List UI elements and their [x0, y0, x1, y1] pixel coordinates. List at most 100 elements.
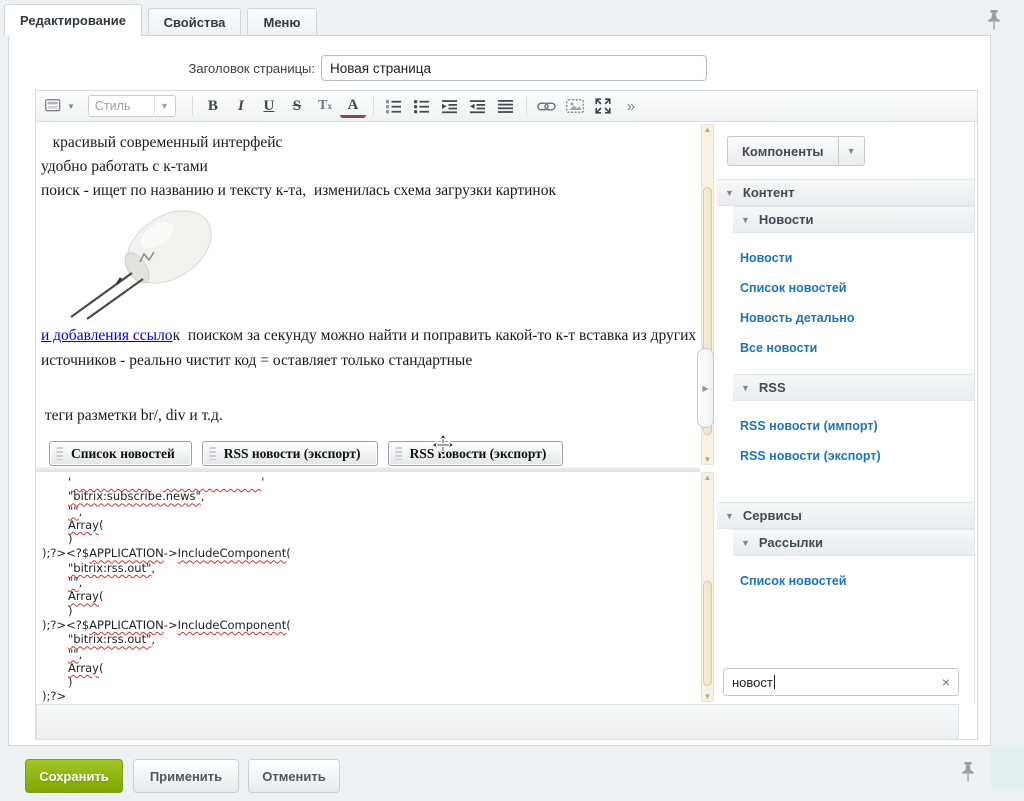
code-line: );?>: [36, 689, 700, 703]
editor-paragraph: и добавления ссылок поиском за секунду м…: [41, 323, 697, 373]
view-mode-button[interactable]: ▼: [45, 94, 75, 118]
scroll-down-icon[interactable]: ▼: [702, 455, 713, 464]
triangle-down-icon: ▼: [741, 215, 750, 225]
sidebar-subsection-mailing[interactable]: ▼Рассылки: [733, 529, 974, 556]
scroll-down-icon[interactable]: ▼: [702, 692, 713, 701]
tab-editing[interactable]: Редактирование: [4, 4, 142, 36]
bullet-list-button[interactable]: [409, 94, 435, 118]
save-button[interactable]: Сохранить: [25, 759, 123, 793]
editor-text-line: красивый современный интерфейс: [41, 131, 696, 155]
italic-button[interactable]: I: [228, 94, 254, 118]
underline-button[interactable]: U: [256, 94, 282, 118]
editor-text-line: удобно работать с к-тами: [41, 155, 696, 179]
style-select[interactable]: Стиль ▼: [88, 95, 176, 117]
toolbar-separator: [373, 96, 374, 116]
code-line: ): [36, 532, 700, 546]
sidebar-item-rss-import[interactable]: RSS новости (импорт): [717, 411, 974, 441]
chevron-down-icon: ▼: [67, 102, 75, 111]
background-accent: [991, 747, 1024, 789]
triangle-down-icon: ▼: [725, 511, 734, 521]
scrollbar-thumb[interactable]: [703, 581, 712, 686]
code-area[interactable]: ' '"bitrix:subscribe.news","",Array());?…: [36, 472, 700, 704]
drag-grip-icon: [56, 447, 63, 460]
sidebar-subsection-news[interactable]: ▼Новости: [733, 206, 974, 233]
scroll-up-icon[interactable]: ▲: [702, 125, 713, 134]
clear-search-icon[interactable]: ×: [942, 674, 950, 690]
editor-text-line: поиск - ищет по названию и тексту к-та, …: [41, 179, 696, 203]
justify-button[interactable]: [493, 94, 519, 118]
apply-button[interactable]: Применить: [133, 759, 239, 793]
tab-menu[interactable]: Меню: [247, 8, 317, 36]
sidebar-splitter-handle[interactable]: ▶: [697, 348, 714, 428]
image-icon: [566, 99, 584, 113]
sidebar-item-mailing-news-list[interactable]: Список новостей: [717, 566, 974, 596]
pin-icon[interactable]: [986, 9, 1002, 31]
editor-link[interactable]: и добавления ссыло: [41, 327, 173, 344]
sidebar-section-services[interactable]: ▼Сервисы: [717, 502, 974, 529]
code-line: ): [36, 604, 700, 618]
bullet-list-icon: [413, 99, 430, 114]
code-scrollbar[interactable]: ▲ ▼: [701, 472, 714, 702]
code-line: "",: [36, 504, 700, 518]
sidebar-section-content[interactable]: ▼Контент: [717, 179, 974, 206]
style-select-value: Стиль: [95, 99, 131, 113]
triangle-down-icon: ▼: [741, 538, 750, 548]
triangle-down-icon: ▼: [741, 383, 750, 393]
ordered-list-icon: [385, 99, 402, 114]
component-block-rss-export[interactable]: RSS новости (экспорт): [202, 441, 378, 466]
code-line: "",: [36, 647, 700, 661]
sidebar-item-all-news[interactable]: Все новости: [717, 333, 974, 363]
outdent-button[interactable]: [465, 94, 491, 118]
pin-icon[interactable]: [960, 761, 976, 783]
components-button[interactable]: Компоненты ▼: [727, 136, 865, 166]
code-line: ' ': [36, 475, 700, 489]
wysiwyg-area[interactable]: красивый современный интерфейс удобно ра…: [36, 122, 700, 467]
bold-button[interactable]: B: [200, 94, 226, 118]
code-line: );?><?$APPLICATION->IncludeComponent(: [36, 618, 700, 632]
sidebar-item-rss-export[interactable]: RSS новости (экспорт): [717, 441, 974, 471]
html-editor-widget: ▼ Стиль ▼ B I U S Tx A: [35, 90, 978, 740]
move-cursor-icon: [431, 433, 455, 457]
ordered-list-button[interactable]: [381, 94, 407, 118]
more-tools-button[interactable]: »: [618, 94, 644, 118]
code-line: "bitrix:rss.out",: [36, 561, 700, 575]
code-line: Array(: [36, 661, 700, 675]
justify-icon: [497, 99, 514, 114]
insert-image-button[interactable]: [562, 94, 588, 118]
page-title-label: Заголовок страницы:: [130, 61, 315, 76]
code-line: "bitrix:rss.out",: [36, 632, 700, 646]
led-image: [57, 207, 696, 323]
strikethrough-button[interactable]: S: [284, 94, 310, 118]
scroll-up-icon[interactable]: ▲: [702, 473, 713, 482]
layout-icon: [45, 99, 64, 113]
editor-link-tail: к: [173, 327, 181, 344]
sidebar-item-news-list[interactable]: Список новостей: [717, 273, 974, 303]
drag-grip-icon: [395, 447, 402, 460]
page-title-input[interactable]: [321, 55, 707, 81]
toolbar-separator: [526, 96, 527, 116]
link-button[interactable]: [534, 94, 560, 118]
editor-text-line: теги разметки br/, div и т.д.: [41, 404, 696, 428]
code-line: Array(: [36, 589, 700, 603]
font-color-button[interactable]: A: [340, 94, 366, 118]
chain-link-icon: [537, 101, 556, 112]
code-line: Array(: [36, 518, 700, 532]
sidebar-subsection-rss[interactable]: ▼RSS: [733, 374, 974, 401]
code-line: ): [36, 675, 700, 689]
sidebar-item-news[interactable]: Новости: [717, 243, 974, 273]
fullscreen-icon: [595, 98, 611, 114]
editor-toolbar: ▼ Стиль ▼ B I U S Tx A: [36, 91, 977, 122]
chevron-down-icon: ▼: [839, 136, 865, 166]
drag-grip-icon: [209, 447, 216, 460]
component-block-news-list[interactable]: Список новостей: [49, 441, 192, 466]
fullscreen-button[interactable]: [590, 94, 616, 118]
sidebar-item-news-detail[interactable]: Новость детально: [717, 303, 974, 333]
cancel-button[interactable]: Отменить: [248, 759, 340, 793]
component-block-rss-export-2[interactable]: RSS новости (экспорт): [388, 441, 564, 466]
clear-format-button[interactable]: Tx: [312, 94, 338, 118]
component-row: Список новостей RSS новости (экспорт) RS…: [49, 441, 696, 466]
indent-button[interactable]: [437, 94, 463, 118]
tab-properties[interactable]: Свойства: [148, 8, 241, 36]
indent-icon: [441, 99, 458, 114]
component-search-input[interactable]: новост ×: [723, 668, 959, 696]
